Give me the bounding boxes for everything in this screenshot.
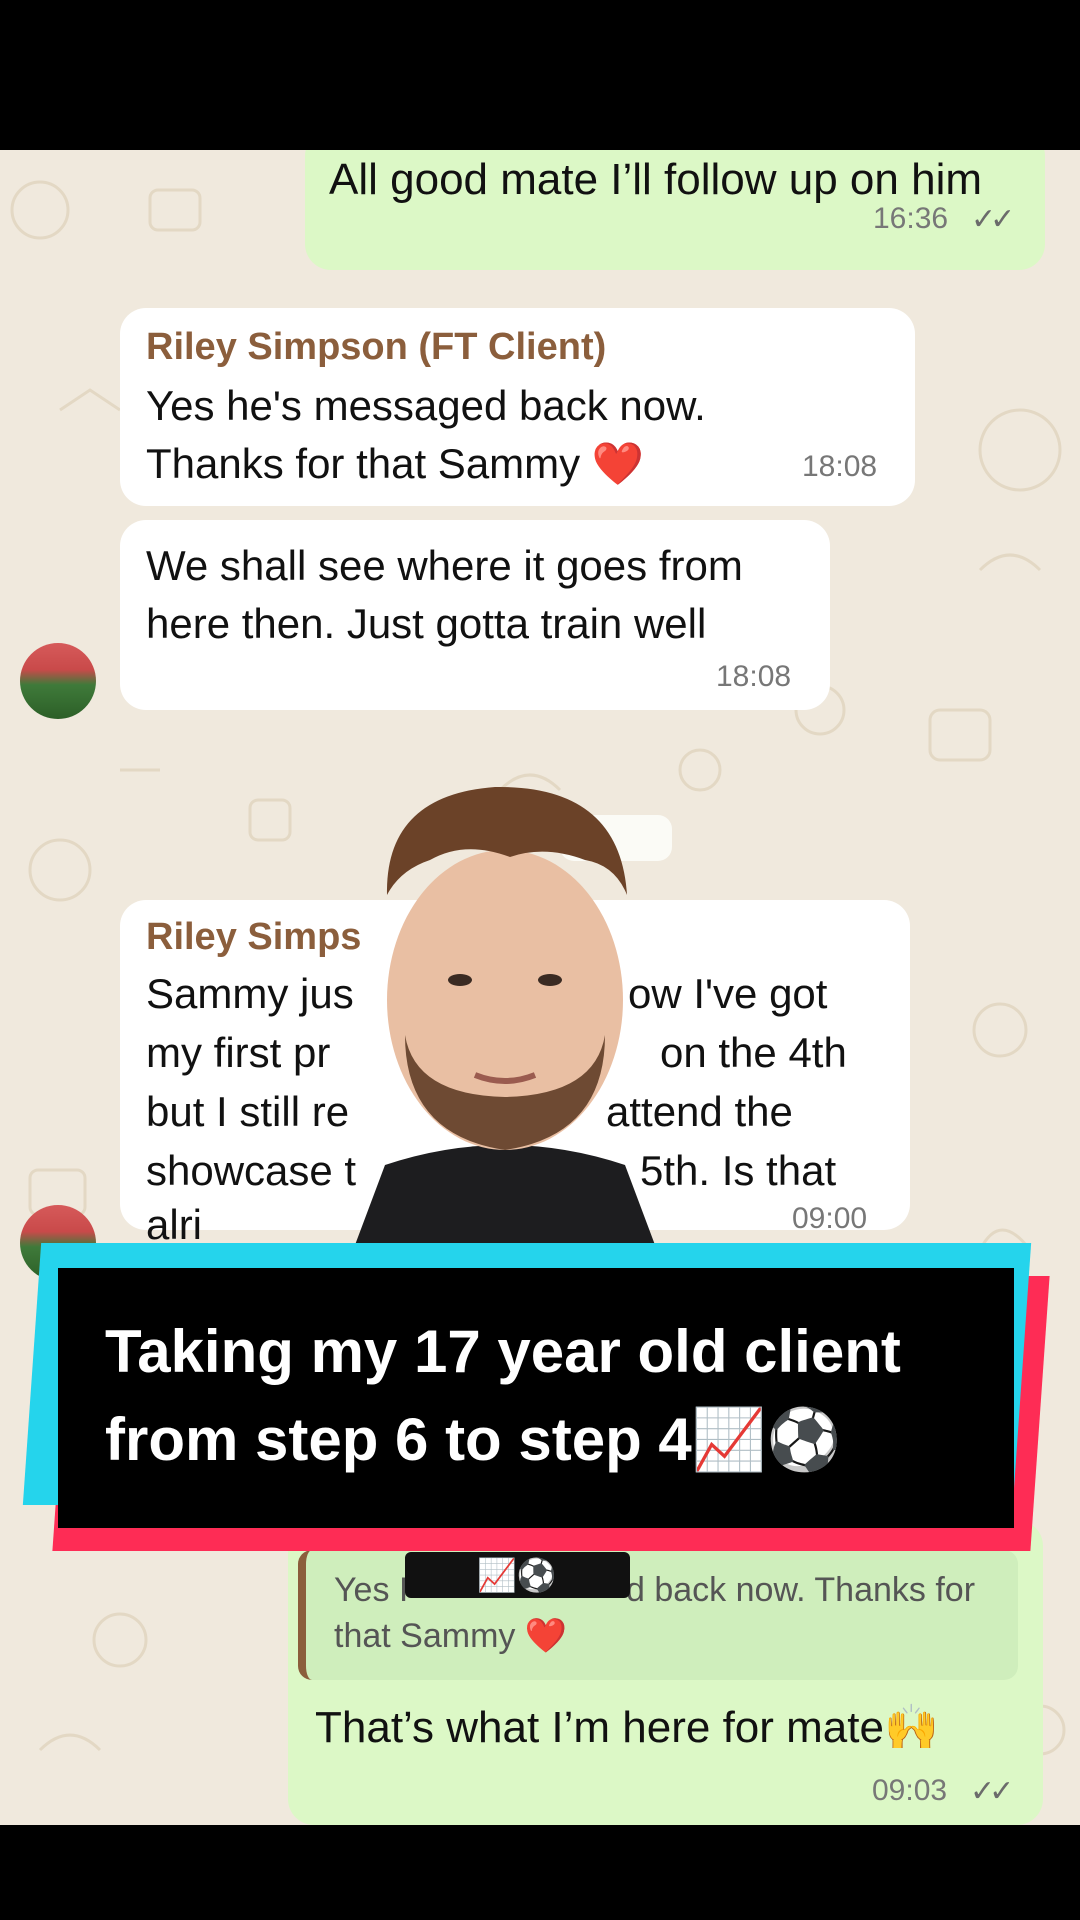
sticker-emoji: 📈⚽ [477,1557,557,1593]
chart-sticker: 📈⚽ [405,1552,630,1598]
quoted-text-line: that Sammy ❤️ [334,1617,568,1655]
incoming-message-bubble[interactable]: We shall see where it goes from here the… [120,520,830,710]
message-text-line: We shall see where it goes from [146,542,743,589]
message-time: 16:36 [873,202,949,235]
sender-name: Riley Simps [146,916,362,958]
outgoing-message-bubble[interactable]: All good mate I’ll follow up on him 16:3… [305,150,1045,270]
caption-text: Taking my 17 year old client from step 6… [105,1308,1005,1484]
message-time: 18:08 [716,660,792,693]
message-text-line: Yes he's messaged back now. [146,382,706,429]
message-time: 09:00 [792,1202,868,1235]
bottom-black-bar [0,1825,1080,1920]
message-text-line: 5th. Is that [640,1147,837,1194]
reply-text: That’s what I’m here for mate🙌 [315,1703,939,1752]
read-ticks-icon: ✓✓ [971,203,1015,236]
screen: All good mate I’ll follow up on him 16:3… [0,0,1080,1920]
message-text-line: Sammy jus [146,970,354,1017]
message-text-line: here then. Just gotta train well [146,600,707,647]
message-text-line: showcase t [146,1147,357,1194]
read-ticks-icon: ✓✓ [970,1775,1014,1808]
message-text: All good mate I’ll follow up on him [329,155,982,204]
top-black-bar [0,0,1080,150]
message-time: 18:08 [802,450,878,483]
caption-line: from step 6 to step 4📈⚽ [105,1406,842,1473]
message-time: 09:03 [872,1774,948,1807]
caption-line: Taking my 17 year old client [105,1318,901,1385]
message-text-line: Thanks for that Sammy ❤️ [146,440,645,487]
quoted-text-line: d back now. Thanks for [626,1571,976,1609]
message-text-line: but I still re [146,1088,350,1135]
contact-avatar[interactable] [20,643,96,719]
incoming-message-bubble[interactable]: Riley Simpson (FT Client) Yes he's messa… [120,308,915,506]
message-text-line: on the 4th [660,1029,847,1076]
message-text-line: my first pr [146,1029,331,1076]
sender-name: Riley Simpson (FT Client) [146,326,607,368]
presenter-video [355,786,655,1245]
